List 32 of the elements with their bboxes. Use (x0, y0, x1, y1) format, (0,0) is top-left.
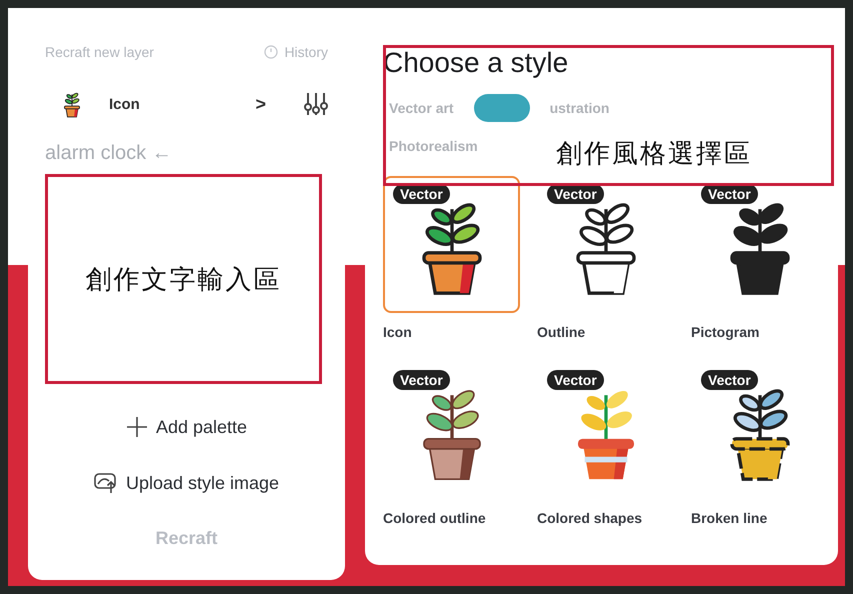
style-label: Pictogram (691, 324, 760, 340)
style-thumbnail[interactable]: Vector (691, 362, 828, 499)
vector-badge: Vector (701, 370, 758, 390)
vector-badge: Vector (393, 184, 450, 204)
style-thumbnail[interactable]: Vector (691, 176, 828, 313)
vector-badge: Vector (547, 370, 604, 390)
annotation-label: 創作文字輸入區 (86, 264, 282, 296)
upload-image-icon (94, 472, 118, 494)
style-label: Outline (537, 324, 586, 340)
section-title: Choose a style (383, 46, 570, 80)
vector-badge: Vector (393, 370, 450, 390)
style-label: Colored outline (383, 510, 487, 526)
upload-style-button[interactable]: Upload style image (90, 470, 284, 496)
model-label: Icon (109, 96, 141, 112)
style-thumbnail[interactable]: Vector (537, 362, 674, 499)
style-thumbnail[interactable]: Vector (537, 176, 674, 313)
vector-badge: Vector (701, 184, 758, 204)
style-label: Broken line (691, 510, 768, 526)
sliders-icon[interactable] (304, 91, 328, 117)
chevron-button[interactable]: > (255, 94, 266, 114)
style-label: Colored shapes (537, 510, 644, 526)
style-tab[interactable] (474, 94, 530, 122)
clock-icon (264, 45, 278, 59)
vector-badge: Vector (547, 184, 604, 204)
annotation-label: 創作風格選擇區 (556, 138, 752, 171)
prompt-field[interactable]: alarm clock ← (45, 142, 328, 166)
style-label: Icon (383, 324, 413, 340)
style-thumbnail[interactable]: Vector (383, 362, 520, 499)
plus-icon (126, 416, 148, 438)
panel-title: Recraft new layer (45, 44, 154, 60)
add-palette-button[interactable]: Add palette (122, 414, 252, 440)
style-thumbnail[interactable]: Vector (383, 176, 520, 313)
